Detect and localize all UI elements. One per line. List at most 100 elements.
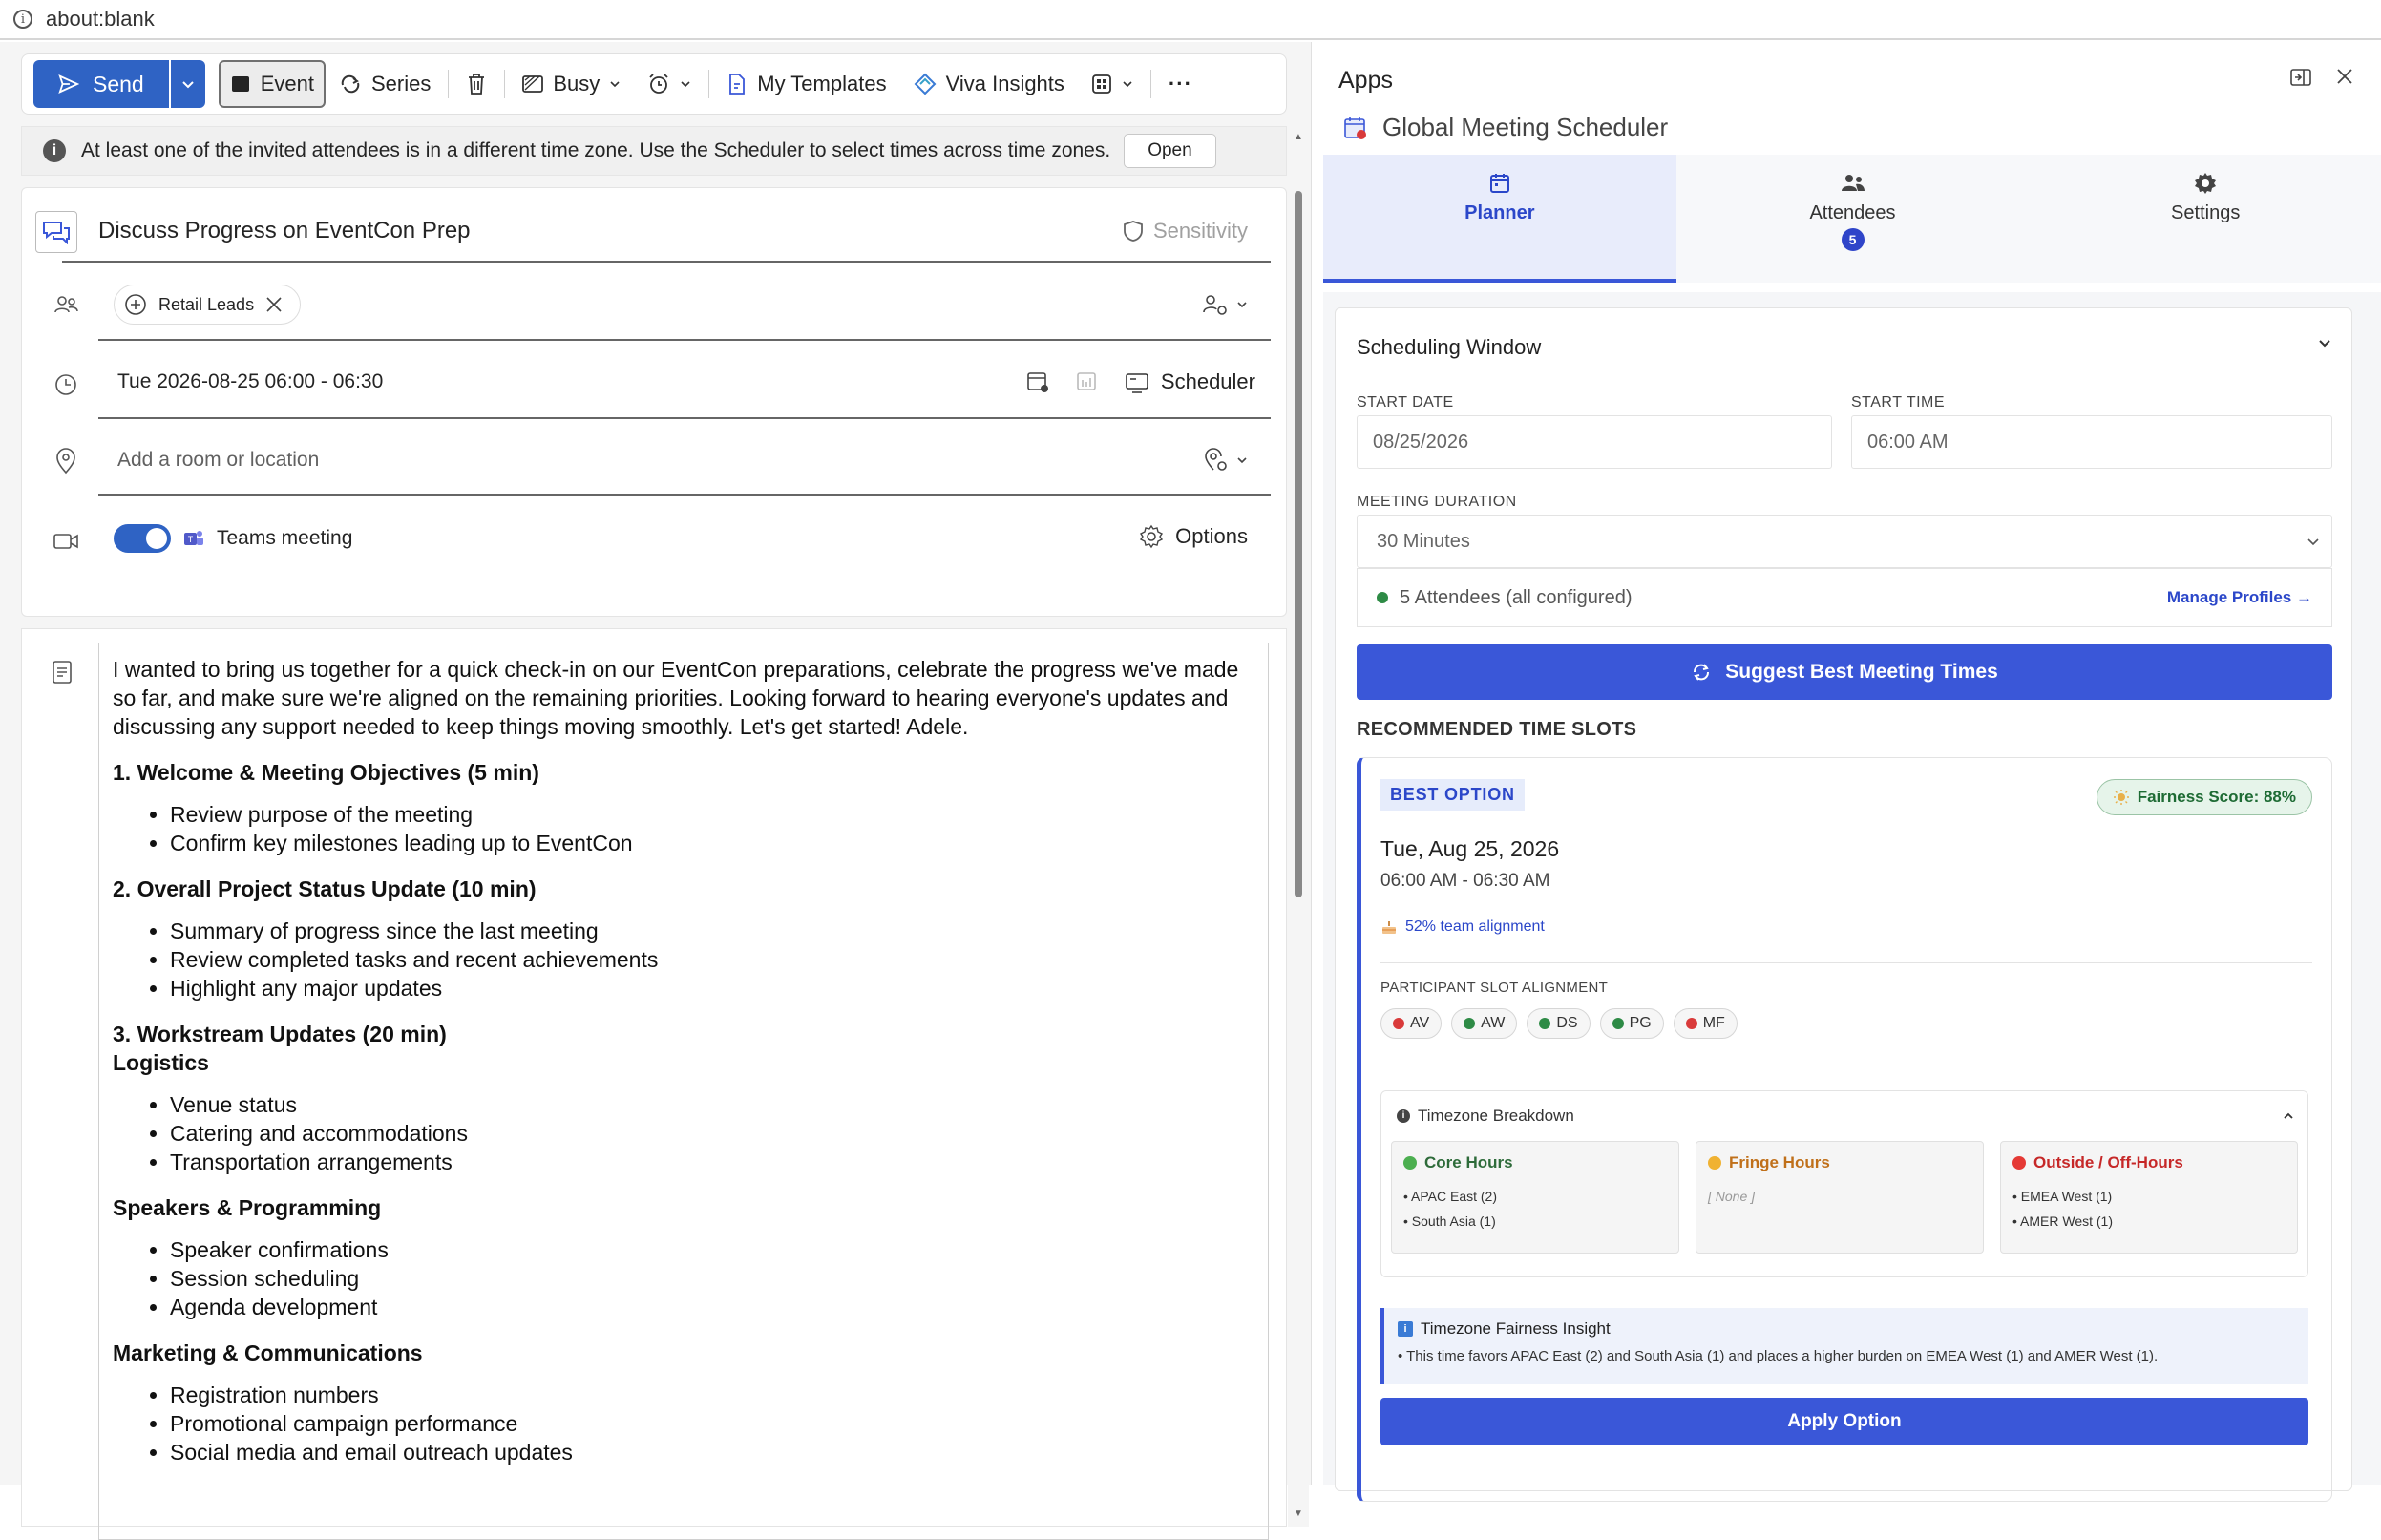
- subject-field[interactable]: Discuss Progress on EventCon Prep Sensit…: [62, 201, 1271, 263]
- status-dot-icon: [1403, 1156, 1417, 1170]
- attendees-field[interactable]: Retail Leads: [98, 270, 1271, 341]
- apps-dropdown[interactable]: [1078, 60, 1147, 108]
- tab-settings[interactable]: Settings: [2029, 155, 2381, 283]
- busy-dropdown[interactable]: Busy: [509, 60, 634, 108]
- participant-pill[interactable]: AW: [1451, 1008, 1518, 1039]
- attendee-options-button[interactable]: [1202, 292, 1271, 317]
- options-button[interactable]: Options: [1139, 524, 1248, 549]
- add-circle-icon: [125, 294, 146, 315]
- location-field[interactable]: Add a room or location: [98, 427, 1271, 496]
- scheduler-button[interactable]: Scheduler: [1125, 369, 1255, 394]
- subject-row: Discuss Progress on EventCon Prep Sensit…: [22, 201, 1288, 263]
- panel-controls: [2289, 67, 2354, 88]
- datetime-field[interactable]: Tue 2026-08-25 06:00 - 06:30 Scheduler: [98, 347, 1271, 419]
- manage-profiles-link[interactable]: Manage Profiles →: [2167, 588, 2312, 607]
- my-templates-button[interactable]: My Templates: [713, 60, 899, 108]
- outside-hours-header: Outside / Off-Hours: [2012, 1153, 2286, 1172]
- more-options-button[interactable]: ···: [1155, 60, 1206, 108]
- status-dot-icon: [1464, 1018, 1476, 1029]
- teams-toggle-group: T Teams meeting: [114, 524, 352, 553]
- viva-insights-button[interactable]: Viva Insights: [900, 60, 1078, 108]
- attendee-status-row: 5 Attendees (all configured) Manage Prof…: [1357, 568, 2332, 627]
- location-pin-icon: [49, 444, 83, 478]
- browser-address-bar[interactable]: i about:blank: [0, 0, 2381, 40]
- timezone-breakdown-header[interactable]: i Timezone Breakdown: [1397, 1107, 1574, 1126]
- addin-header: Global Meeting Scheduler: [1342, 113, 1668, 142]
- participant-initials: PG: [1629, 1015, 1652, 1031]
- location-input[interactable]: Add a room or location: [98, 449, 319, 472]
- list-item: Review purpose of the meeting: [170, 800, 1254, 829]
- subject-input[interactable]: Discuss Progress on EventCon Prep: [62, 218, 471, 244]
- outside-hours-item: • AMER West (1): [2012, 1213, 2113, 1229]
- scheduling-window-header[interactable]: Scheduling Window: [1357, 335, 2332, 360]
- participant-initials: DS: [1556, 1015, 1578, 1031]
- sensitivity-button[interactable]: Sensitivity: [1123, 219, 1271, 243]
- time-slot-card: BEST OPTION Fairness Score: 88% Tue, Aug…: [1357, 757, 2332, 1502]
- tab-attendees[interactable]: Attendees 5: [1676, 155, 2030, 283]
- attendee-count-badge: 5: [1841, 228, 1865, 251]
- svg-text:T: T: [188, 535, 194, 544]
- timezone-breakdown: i Timezone Breakdown Core Hours • APAC E…: [1380, 1090, 2308, 1277]
- teams-row: T Teams meeting Options: [22, 503, 1288, 580]
- event-button[interactable]: Event: [218, 60, 326, 108]
- message-body-editor[interactable]: I wanted to bring us together for a quic…: [98, 643, 1269, 1540]
- suggest-times-button[interactable]: Suggest Best Meeting Times: [1357, 644, 2332, 700]
- compose-scrollbar[interactable]: ▲ ▼: [1288, 126, 1309, 1527]
- start-time-input[interactable]: 06:00 AM: [1851, 415, 2332, 469]
- chevron-down-icon: [1237, 457, 1247, 464]
- pin-panel-icon[interactable]: [2289, 67, 2312, 88]
- open-scheduler-button[interactable]: Open: [1124, 134, 1216, 168]
- participant-pill[interactable]: PG: [1599, 1008, 1664, 1039]
- reminder-dropdown[interactable]: [634, 60, 705, 108]
- bullet-list: Review purpose of the meeting Confirm ke…: [170, 800, 1254, 857]
- fairness-insight: i Timezone Fairness Insight • This time …: [1380, 1308, 2308, 1384]
- status-dot-icon: [1393, 1018, 1404, 1029]
- bullet-list: Registration numbers Promotional campaig…: [170, 1381, 1254, 1466]
- participant-pill[interactable]: MF: [1673, 1008, 1738, 1039]
- room-options-button[interactable]: [1202, 447, 1271, 474]
- datetime-value[interactable]: Tue 2026-08-25 06:00 - 06:30: [98, 370, 383, 393]
- calendar-availability-icon[interactable]: [1025, 369, 1050, 394]
- participant-pill[interactable]: AV: [1380, 1008, 1443, 1039]
- close-icon[interactable]: [2335, 67, 2354, 86]
- scrollbar-thumb[interactable]: [1295, 191, 1302, 897]
- delete-button[interactable]: [453, 60, 500, 108]
- start-date-input[interactable]: 08/25/2026: [1357, 415, 1832, 469]
- info-icon[interactable]: i: [13, 10, 32, 29]
- send-button[interactable]: Send: [33, 60, 169, 108]
- list-item: Transportation arrangements: [170, 1148, 1254, 1176]
- room-finder-icon[interactable]: [1075, 369, 1100, 394]
- start-time-label: START TIME: [1851, 394, 1946, 411]
- start-date-label: START DATE: [1357, 394, 1454, 411]
- teams-toggle[interactable]: [114, 524, 171, 553]
- chevron-down-icon: [182, 81, 194, 89]
- outside-hours-item: • EMEA West (1): [2012, 1189, 2113, 1204]
- core-hours-title: Core Hours: [1424, 1153, 1513, 1171]
- planner-content: Scheduling Window START DATE 08/25/2026 …: [1323, 292, 2381, 1502]
- best-option-badge: BEST OPTION: [1380, 779, 1525, 811]
- scroll-up-icon[interactable]: ▲: [1294, 132, 1303, 142]
- event-details-form: Discuss Progress on EventCon Prep Sensit…: [21, 187, 1287, 617]
- send-options-button[interactable]: [168, 60, 205, 108]
- series-button[interactable]: Series: [326, 60, 444, 108]
- remove-icon[interactable]: [265, 296, 283, 313]
- options-label: Options: [1175, 524, 1248, 548]
- toolbar-divider: [1149, 70, 1151, 98]
- list-item: Speaker confirmations: [170, 1235, 1254, 1264]
- notes-icon: [51, 660, 74, 689]
- chevron-down-icon: [1237, 302, 1247, 308]
- attendee-chip[interactable]: Retail Leads: [114, 285, 302, 325]
- participant-pill[interactable]: DS: [1527, 1008, 1591, 1039]
- tab-planner[interactable]: Planner: [1323, 155, 1676, 283]
- panel-title: Apps: [1338, 67, 1393, 94]
- slot-date: Tue, Aug 25, 2026: [1380, 836, 1560, 861]
- apply-option-button[interactable]: Apply Option: [1380, 1398, 2308, 1445]
- chevron-up-icon[interactable]: [2283, 1110, 2294, 1122]
- gear-icon: [2195, 173, 2217, 194]
- participant-alignment-label: PARTICIPANT SLOT ALIGNMENT: [1380, 980, 1609, 996]
- scroll-down-icon[interactable]: ▼: [1294, 1508, 1303, 1519]
- tab-label: Planner: [1464, 202, 1535, 223]
- duration-select[interactable]: 30 Minutes: [1357, 515, 2332, 568]
- compose-toolbar: Send Event Series Busy My Templates Viva…: [21, 53, 1287, 115]
- suggest-label: Suggest Best Meeting Times: [1725, 661, 1998, 683]
